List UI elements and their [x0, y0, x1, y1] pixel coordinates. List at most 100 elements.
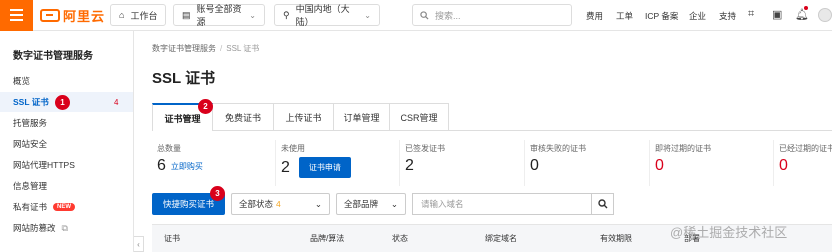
status-count: 4	[276, 199, 281, 209]
apply-cert-button[interactable]: 证书申请	[298, 157, 351, 178]
domain-placeholder: 请输入域名	[421, 199, 464, 209]
stat-value: 0	[779, 157, 788, 174]
sidebar-item-https-proxy[interactable]: 网站代理HTTPS	[0, 155, 133, 175]
notification-dot	[804, 6, 808, 10]
workbench-button[interactable]: ⌂ 工作台	[110, 4, 167, 26]
col-cert: 证书	[164, 234, 180, 243]
mobile-icon[interactable]: ⌗	[748, 8, 754, 21]
chevron-down-icon: ⌄	[390, 198, 399, 209]
domain-search-input[interactable]: 请输入域名	[412, 193, 593, 215]
stat-value: 2	[281, 158, 290, 176]
logo-text: 阿里云	[63, 8, 106, 24]
watermark: @稀土掘金技术社区	[670, 225, 788, 240]
stats-row: 总数量 6 立即购买 未使用 2 证书申请 已签发证书 2 审核失败的证书 0 即将…	[152, 140, 832, 186]
search-placeholder: 搜索...	[435, 10, 461, 21]
sidebar-item-tamper-protection[interactable]: 网站防篡改 ⧉	[0, 218, 133, 238]
breadcrumb: 数字证书管理服务 / SSL 证书	[152, 44, 260, 53]
sidebar-collapse-button[interactable]: ‹	[134, 236, 144, 252]
logo-mark-icon	[40, 8, 60, 22]
aliyun-logo[interactable]: 阿里云	[40, 6, 105, 25]
stat-failed: 审核失败的证书 0	[525, 140, 650, 186]
account-label: 账号全部资源	[196, 4, 242, 27]
stat-value: 0	[655, 157, 664, 174]
stat-label: 已签发证书	[405, 144, 445, 153]
nav-support[interactable]: 支持	[719, 0, 736, 31]
home-icon: ⌂	[119, 10, 125, 20]
nav-enterprise[interactable]: 企业	[689, 0, 706, 31]
col-status: 状态	[392, 234, 408, 243]
stat-label: 未使用	[281, 144, 305, 153]
step-marker-3: 3	[210, 186, 225, 201]
stat-unused: 未使用 2 证书申请	[276, 140, 400, 186]
buy-now-link[interactable]: 立即购买	[171, 161, 203, 172]
tab-cert-management[interactable]: 证书管理 2	[152, 99, 213, 131]
sidebar-item-label: SSL 证书	[13, 97, 49, 107]
nav-icp[interactable]: ICP 备案	[645, 0, 678, 31]
region-selector[interactable]: ⚲ 中国内地（大陆） ⌄	[274, 4, 380, 27]
sidebar-item-ssl[interactable]: SSL 证书 1 4	[0, 92, 133, 112]
sidebar-item-label: 信息管理	[13, 181, 48, 191]
stat-value: 2	[405, 157, 414, 174]
avatar[interactable]	[818, 8, 832, 22]
col-brand: 品牌/算法	[310, 234, 345, 243]
sidebar-item-label: 托管服务	[13, 118, 48, 128]
chevron-down-icon: ⌄	[314, 198, 323, 209]
search-icon	[597, 199, 608, 209]
tab-upload-cert[interactable]: 上传证书	[274, 103, 334, 131]
tab-free-cert[interactable]: 免费证书	[213, 103, 274, 131]
sidebar-item-label: 私有证书	[13, 202, 48, 212]
chevron-down-icon: ⌄	[249, 10, 256, 20]
nav-tickets[interactable]: 工单	[616, 0, 633, 31]
status-select[interactable]: 全部状态 4 ⌄	[231, 193, 331, 215]
nav-fees[interactable]: 费用	[586, 0, 603, 31]
filter-bar: 快捷购买证书 3 全部状态 4 ⌄ 全部品牌 ⌄ 请输入域名	[152, 186, 615, 215]
domain-search-button[interactable]	[592, 193, 615, 215]
search-icon	[420, 10, 429, 20]
sidebar-item-label: 网站安全	[13, 139, 48, 149]
stat-expiring: 即将过期的证书 0	[650, 140, 774, 186]
page-title: SSL 证书	[152, 70, 216, 87]
sidebar-item-label: 网站防篡改	[13, 223, 56, 233]
breadcrumb-current: SSL 证书	[226, 44, 260, 53]
sidebar-item-label: 网站代理HTTPS	[13, 160, 75, 170]
step-marker-2: 2	[198, 99, 213, 114]
stat-label: 总数量	[157, 144, 181, 153]
external-link-icon: ⧉	[61, 222, 68, 233]
sidebar-item-hosting[interactable]: 托管服务	[0, 113, 133, 133]
sidebar-item-overview[interactable]: 概览	[0, 71, 133, 91]
workbench-label: 工作台	[130, 10, 158, 21]
sidebar-title: 数字证书管理服务	[13, 51, 93, 62]
tab-divider	[449, 130, 832, 131]
stat-label: 即将过期的证书	[655, 144, 711, 153]
sidebar: 数字证书管理服务 概览 SSL 证书 1 4 托管服务 网站安全 网站代理HTT…	[0, 31, 134, 252]
step-marker-1: 1	[55, 94, 70, 110]
stat-label: 已经过期的证书	[779, 144, 832, 153]
col-validity: 有效期限	[600, 234, 632, 243]
menu-icon[interactable]	[0, 0, 33, 31]
sidebar-item-label: 概览	[13, 76, 31, 86]
global-search-input[interactable]: 搜索...	[412, 4, 572, 26]
breadcrumb-parent[interactable]: 数字证书管理服务	[152, 44, 216, 53]
ssl-count-badge: 4	[114, 97, 119, 107]
stat-total: 总数量 6 立即购买	[152, 140, 276, 186]
sidebar-item-info[interactable]: 信息管理	[0, 176, 133, 196]
region-label: 中国内地（大陆）	[295, 4, 350, 27]
stat-value: 0	[530, 157, 539, 174]
sidebar-item-private-cert[interactable]: 私有证书 NEW	[0, 197, 133, 217]
bell-icon[interactable]: 🔔︎	[795, 8, 809, 21]
new-badge: NEW	[53, 203, 76, 211]
account-icon: ▤	[182, 9, 191, 20]
brand-select[interactable]: 全部品牌 ⌄	[336, 193, 407, 215]
stat-expired: 已经过期的证书 0	[774, 140, 832, 186]
chevron-down-icon: ⌄	[364, 10, 371, 20]
sidebar-item-website-security[interactable]: 网站安全	[0, 134, 133, 154]
image-icon[interactable]: ▣	[772, 8, 782, 21]
quick-buy-button[interactable]: 快捷购买证书 3	[152, 186, 226, 215]
account-selector[interactable]: ▤ 账号全部资源 ⌄	[173, 4, 265, 27]
stat-value: 6	[157, 157, 166, 174]
tab-csr[interactable]: CSR管理	[390, 103, 449, 131]
tab-orders[interactable]: 订单管理	[334, 103, 390, 131]
stat-label: 审核失败的证书	[530, 144, 586, 153]
location-icon: ⚲	[283, 9, 290, 20]
stat-issued: 已签发证书 2	[400, 140, 525, 186]
